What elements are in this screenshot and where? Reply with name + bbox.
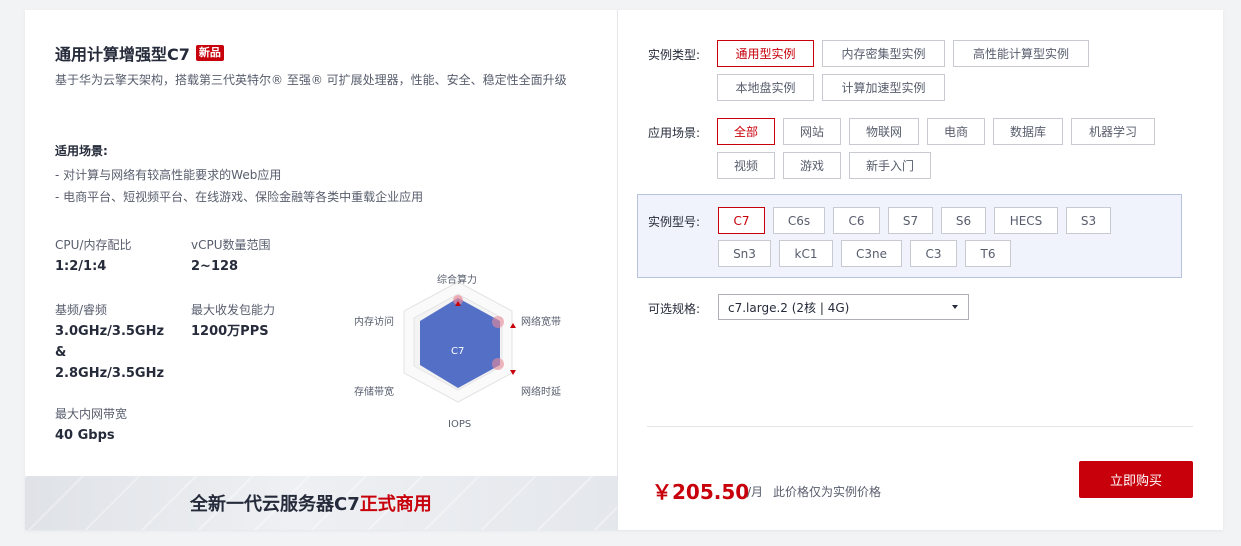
model-option[interactable]: C6	[833, 207, 880, 234]
spec-value: 3.0GHz/3.5GHz	[55, 324, 165, 339]
product-description: 基于华为云擎天架构，搭载第三代英特尔® 至强® 可扩展处理器，性能、安全、稳定性…	[55, 73, 567, 87]
model-option[interactable]: S6	[941, 207, 986, 234]
buy-now-button[interactable]: 立即购买	[1079, 461, 1193, 498]
panel-divider	[617, 10, 618, 530]
product-info-panel: 通用计算增强型C7 新品 基于华为云擎天架构，搭载第三代英特尔® 至强® 可扩展…	[25, 10, 617, 530]
instance-type-option[interactable]: 高性能计算型实例	[953, 40, 1089, 67]
scenario-option[interactable]: 机器学习	[1071, 118, 1155, 145]
spec-value: 2.8GHz/3.5GHz	[55, 366, 165, 381]
new-badge: 新品	[195, 45, 224, 61]
price-unit: /月	[747, 485, 764, 499]
scenario-option[interactable]: 视频	[717, 152, 775, 179]
model-label: 实例型号:	[648, 215, 701, 229]
model-option[interactable]: C3ne	[841, 240, 902, 267]
spec-label: vCPU数量范围	[191, 238, 271, 252]
spec-vcpu: vCPU数量范围 2~128	[191, 236, 271, 277]
model-option[interactable]: C3	[910, 240, 957, 267]
radar-point	[492, 358, 504, 370]
spec-label: 最大内网带宽	[55, 407, 128, 421]
scene-list: 对计算与网络有较高性能要求的Web应用 电商平台、短视频平台、在线游戏、保险金融…	[55, 164, 423, 208]
spec-label: 基频/睿频	[55, 303, 108, 317]
radar-label-right-bottom: 网络时延	[521, 387, 561, 398]
model-option[interactable]: T6	[965, 240, 1011, 267]
performance-radar: C7 综合算力 网络宽带 网络时延 IOPS 存储带宽 内存访问	[350, 258, 600, 438]
price-divider	[647, 426, 1193, 427]
spec-cpu-mem: CPU/内存配比 1:2/1:4	[55, 236, 131, 277]
spec-bandwidth: 最大内网带宽 40 Gbps	[55, 405, 127, 446]
instance-type-label: 实例类型:	[648, 48, 701, 62]
instance-type-option[interactable]: 计算加速型实例	[822, 74, 945, 101]
model-option[interactable]: HECS	[994, 207, 1058, 234]
radar-label-right-top: 网络宽带	[521, 317, 561, 328]
scenario-option[interactable]: 电商	[927, 118, 985, 145]
scenario-option[interactable]: 物联网	[849, 118, 919, 145]
radar-label-bottom: IOPS	[448, 419, 472, 430]
instance-type-option[interactable]: 通用型实例	[717, 40, 814, 67]
spec-select-value: c7.large.2 (2核 | 4G)	[728, 300, 850, 315]
promo-banner[interactable]: 全新一代云服务器C7正式商用	[25, 476, 617, 530]
caret-down-icon	[952, 305, 958, 309]
model-option[interactable]: Sn3	[718, 240, 771, 267]
banner-text-highlight: 正式商用	[359, 494, 432, 515]
product-title: 通用计算增强型C7	[55, 45, 190, 64]
scene-item: 对计算与网络有较高性能要求的Web应用	[55, 164, 423, 186]
instance-type-option[interactable]: 内存密集型实例	[822, 40, 945, 67]
scenario-label: 应用场景:	[648, 126, 701, 140]
spec-value: 1:2/1:4	[55, 259, 107, 274]
scenario-option[interactable]: 网站	[783, 118, 841, 145]
spec-value: &	[55, 345, 67, 360]
spec-pps: 最大收发包能力 1200万PPS	[191, 301, 275, 342]
model-option[interactable]: C6s	[773, 207, 825, 234]
spec-value: 2~128	[191, 259, 239, 274]
spec-label: CPU/内存配比	[55, 238, 132, 252]
spec-label: 最大收发包能力	[191, 303, 276, 317]
scenario-option[interactable]: 全部	[717, 118, 775, 145]
spec-select[interactable]: c7.large.2 (2核 | 4G)	[718, 294, 969, 320]
model-option[interactable]: S7	[888, 207, 933, 234]
scenario-option[interactable]: 游戏	[783, 152, 841, 179]
radar-label-left-top: 内存访问	[354, 317, 394, 328]
product-title-row: 通用计算增强型C7 新品	[55, 41, 224, 65]
model-option[interactable]: S3	[1066, 207, 1111, 234]
price-value: ￥205.50	[652, 480, 750, 504]
spec-value: 40 Gbps	[55, 428, 115, 443]
scenario-option[interactable]: 新手入门	[849, 152, 931, 179]
model-option[interactable]: kC1	[779, 240, 833, 267]
radar-center-label: C7	[451, 346, 465, 357]
model-option[interactable]: C7	[718, 207, 765, 234]
price-note: 此价格仅为实例价格	[773, 485, 882, 499]
banner-text: 全新一代云服务器C7正式商用	[190, 490, 432, 516]
spec-value: 1200万PPS	[191, 324, 269, 339]
scene-item: 电商平台、短视频平台、在线游戏、保险金融等各类中重载企业应用	[55, 186, 423, 208]
radar-label-top: 综合算力	[437, 275, 477, 286]
spec-freq: 基频/睿频 3.0GHz/3.5GHz & 2.8GHz/3.5GHz	[55, 301, 164, 384]
radar-label-left-bottom: 存储带宽	[354, 387, 394, 398]
radar-point	[492, 316, 504, 328]
spec-select-label: 可选规格:	[648, 302, 701, 316]
banner-text-main: 全新一代云服务器C7	[190, 494, 360, 515]
instance-type-option[interactable]: 本地盘实例	[717, 74, 814, 101]
scene-title: 适用场景:	[55, 144, 108, 158]
scenario-option[interactable]: 数据库	[993, 118, 1063, 145]
